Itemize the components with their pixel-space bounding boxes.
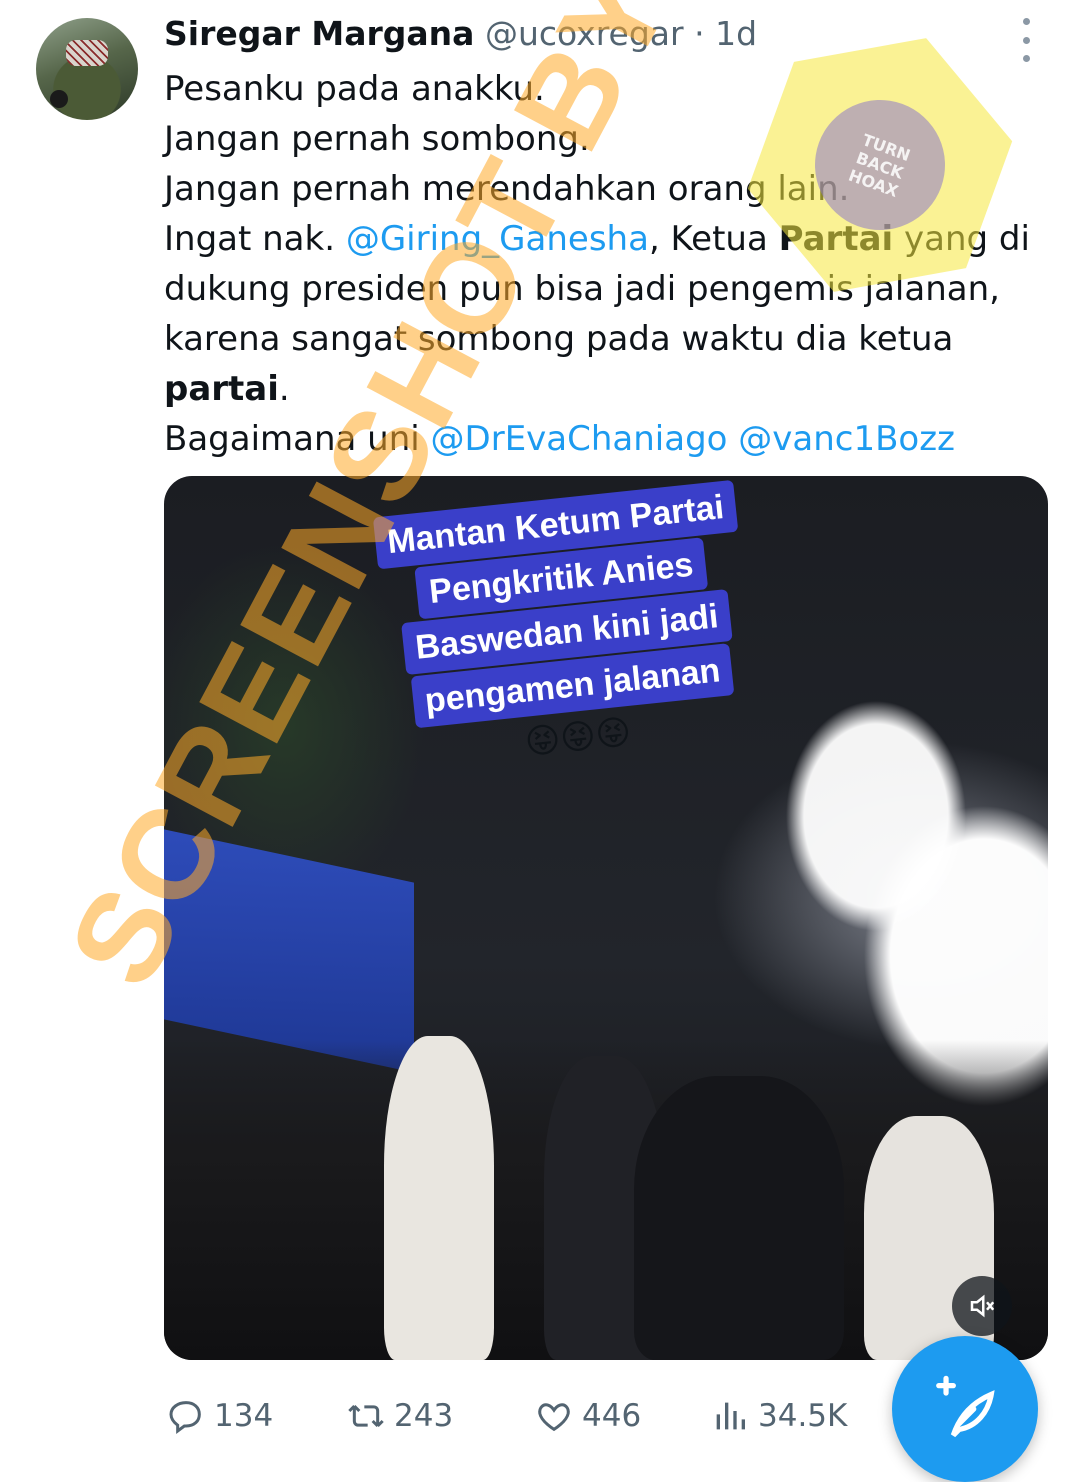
like-button[interactable]: 446 [534,1388,641,1444]
author-avatar[interactable] [36,18,138,120]
tweet-actions: 134 243 446 34.5K [166,1388,866,1444]
views-count: 34.5K [758,1398,848,1434]
person-figure [384,1036,494,1360]
mention-link[interactable]: @Giring_Ganesha [346,219,649,259]
tweet-video[interactable]: Mantan Ketum Partai Pengkritik Anies Bas… [164,476,1048,1360]
separator-dot: · [694,14,705,53]
tweet-line: Pesanku pada anakku. [164,64,1044,114]
more-options-icon[interactable] [1008,18,1044,62]
tweet-line: karena sangat sombong pada waktu dia ket… [164,314,1044,364]
reply-icon [169,1401,201,1434]
views-button[interactable]: 34.5K [710,1388,847,1444]
text-segment [727,419,738,459]
text-segment: . [278,369,290,409]
mention-link[interactable]: @DrEvaChaniago [431,419,728,459]
text-segment: Jangan pernah sombong. [164,119,590,159]
tweet-line: Jangan pernah sombong. [164,114,1044,164]
blue-tent [164,829,414,1073]
text-segment: , Ketua [648,219,779,259]
reply-count: 134 [214,1398,274,1434]
tweet-line: partai. [164,364,1044,414]
text-segment: yang di [893,219,1030,259]
compose-post-button[interactable] [892,1336,1038,1482]
tweet-text: Pesanku pada anakku. Jangan pernah sombon… [164,64,1044,464]
avatar-microphone [50,90,68,108]
bold-text: Partai [778,219,894,259]
avatar-scarf [66,40,108,66]
like-count: 446 [582,1398,642,1434]
tweet-line: dukung presiden pun bisa jadi pengemis j… [164,264,1044,314]
tweet-time[interactable]: 1d [715,14,757,53]
text-segment: Jangan pernah merendahkan orang lain. [164,169,850,209]
performer-figure [634,1076,844,1360]
speaker-muted-icon[interactable] [952,1276,1012,1336]
heart-icon [538,1403,570,1432]
text-segment: Ingat nak. [164,219,346,259]
tweet-header: Siregar Margana @ucoxregar · 1d [164,12,757,56]
tweet-line: Ingat nak. @Giring_Ganesha, Ketua Partai… [164,214,1044,264]
text-segment: Bagaimana uni [164,419,431,459]
retweet-icon [348,1404,384,1428]
text-segment: dukung presiden pun bisa jadi pengemis j… [164,269,1000,309]
bold-text: partai [164,369,279,409]
author-name[interactable]: Siregar Margana [164,14,474,53]
author-handle[interactable]: @ucoxregar [485,14,684,53]
reply-button[interactable]: 134 [166,1388,273,1444]
mention-link[interactable]: @vanc1Bozz [738,419,955,459]
retweet-count: 243 [394,1398,454,1434]
retweet-button[interactable]: 243 [346,1388,453,1444]
analytics-icon [716,1402,745,1430]
video-caption-overlay: Mantan Ketum Partai Pengkritik Anies Bas… [359,478,775,787]
tweet-line: Bagaimana uni @DrEvaChaniago @vanc1Bozz [164,414,1044,464]
tweet-line: Jangan pernah merendahkan orang lain. [164,164,1044,214]
text-segment: karena sangat sombong pada waktu dia ket… [164,319,954,359]
compose-feather-icon [936,1375,995,1438]
text-segment: Pesanku pada anakku. [164,69,545,109]
